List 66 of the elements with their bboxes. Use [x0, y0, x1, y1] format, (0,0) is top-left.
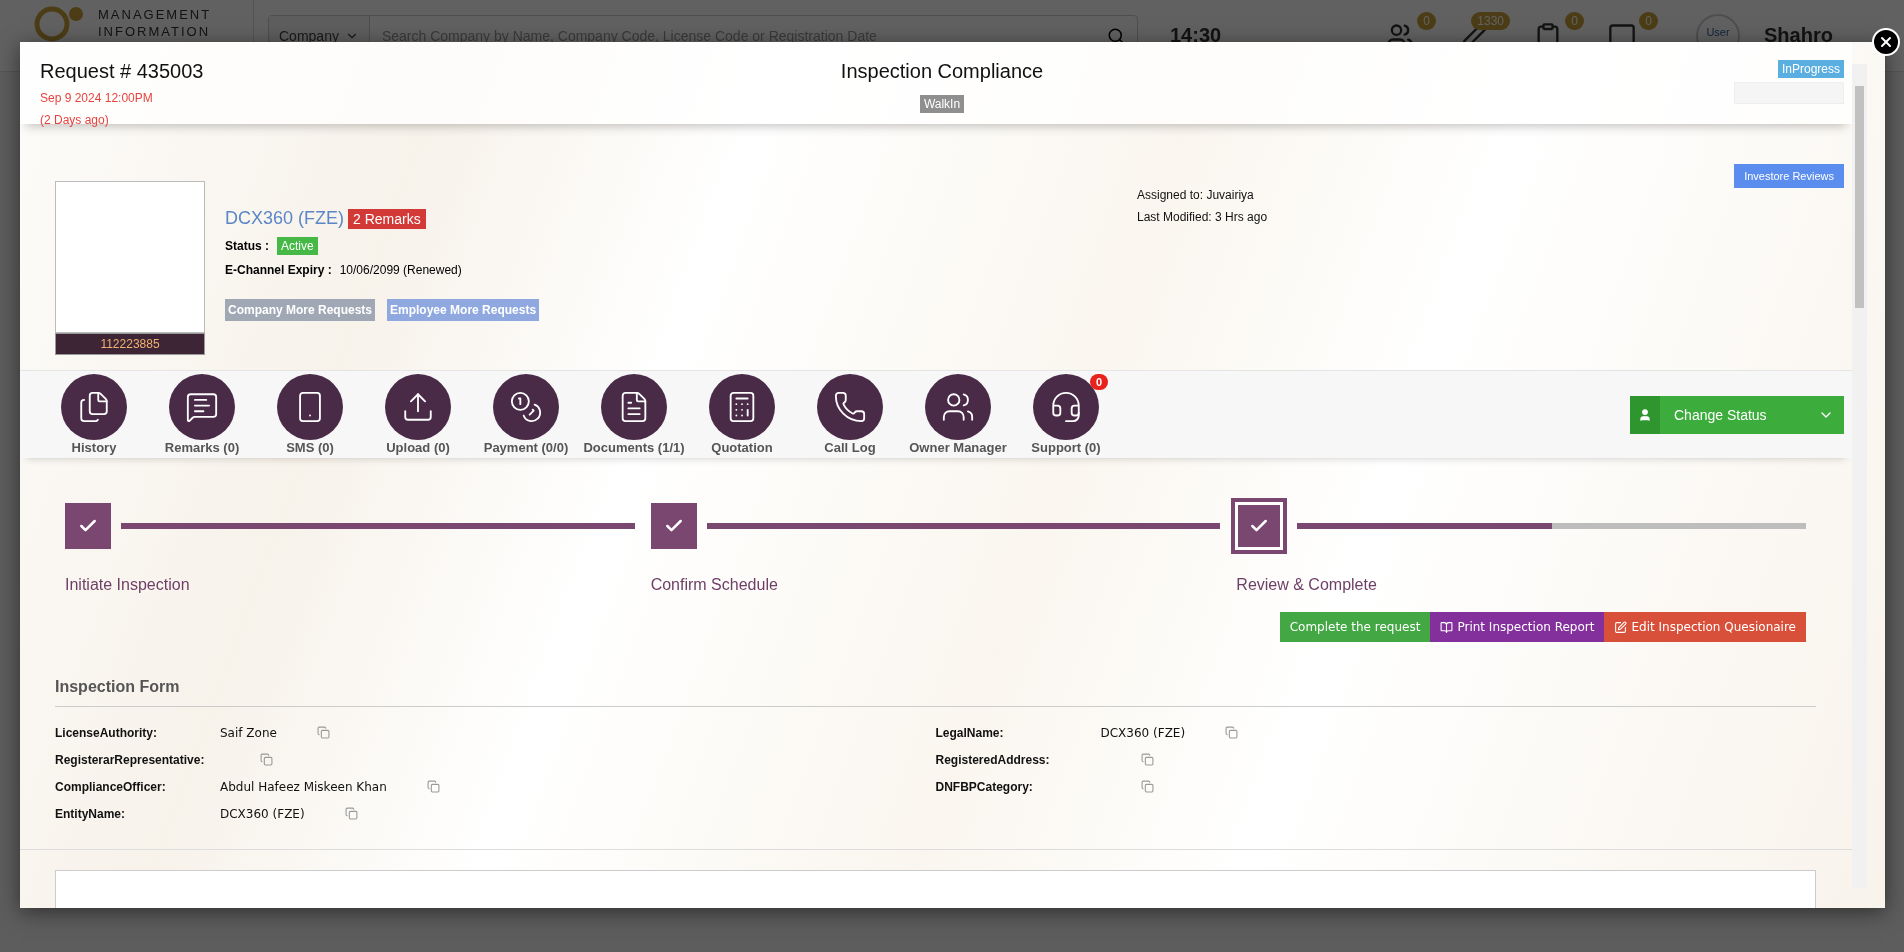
notification-count: 0	[1565, 11, 1584, 30]
copy-icon[interactable]	[260, 753, 273, 767]
toolbar-button[interactable]: Owner Manager	[904, 374, 1012, 456]
photo-id: 112223885	[55, 333, 205, 355]
status-label: Status :	[225, 239, 269, 253]
field-label: LicenseAuthority:	[55, 725, 158, 740]
field-value: DCX360 (FZE)	[220, 806, 305, 821]
edit-icon	[1614, 620, 1628, 634]
copy-icon[interactable]	[1140, 753, 1154, 767]
field-label: DNFBPCategory:	[935, 779, 1034, 794]
last-modified: Last Modified: 3 Hrs ago	[1137, 210, 1268, 224]
toolbar-button[interactable]: Call Log	[796, 374, 904, 456]
form-title: Inspection Form	[55, 678, 1816, 708]
assigned-to: Assigned to: Juvairiya	[1137, 188, 1255, 202]
notification-count: 0	[1417, 11, 1436, 30]
toolbar-button[interactable]: SMS (0)	[256, 374, 364, 456]
scrollbar[interactable]	[1852, 64, 1867, 888]
field-label: EntityName:	[55, 806, 126, 821]
action-button[interactable]: Print Inspection Report	[1430, 612, 1605, 643]
logo-icon	[34, 6, 84, 42]
logo-text: MANAGEMENT	[98, 6, 212, 23]
step-label: Confirm Schedule	[650, 576, 779, 595]
field-label: LegalName:	[935, 725, 1005, 740]
step-label: Review & Complete	[1236, 576, 1378, 595]
field-label: RegisterarRepresentative:	[55, 752, 206, 767]
modal-heading: Inspection Compliance	[840, 60, 1044, 83]
toolbar-button[interactable]: Payment (0/0)	[472, 374, 580, 456]
toolbar-button[interactable]: Remarks (0)	[148, 374, 256, 456]
remarks-badge[interactable]: 2 Remarks	[348, 208, 426, 229]
step-label: Initiate Inspection	[65, 576, 191, 595]
notification-count: 1330	[1471, 11, 1510, 30]
remarks-icon	[185, 390, 219, 425]
toolbar-button[interactable]: Upload (0)	[364, 374, 472, 456]
clock-time: 14:30	[1170, 24, 1223, 47]
toolbar-button[interactable]: Documents (1/1)	[580, 374, 688, 456]
field-value: Saif Zone	[220, 725, 277, 740]
copy-icon[interactable]	[1140, 780, 1154, 794]
copy-icon[interactable]	[1225, 726, 1239, 740]
status-tag: InProgress	[1777, 60, 1844, 78]
company-name-link[interactable]: DCX360 (FZE)	[225, 208, 345, 229]
copy-icon[interactable]	[426, 780, 440, 794]
user-name: Shahro	[1764, 24, 1833, 47]
request-date: Sep 9 2024 12:00PM	[40, 91, 154, 105]
close-icon	[1878, 34, 1894, 50]
copy-icon[interactable]	[316, 726, 330, 740]
notification-count: 0	[1639, 11, 1658, 30]
toolbar-button[interactable]: History	[40, 374, 148, 456]
channel-tag: WalkIn	[919, 95, 965, 113]
active-status: Active	[277, 237, 318, 255]
toolbar-button[interactable]: Quotation	[688, 374, 796, 456]
action-button[interactable]: Edit Inspection Quesionaire	[1604, 612, 1806, 643]
book-icon	[1440, 620, 1454, 634]
search-icon[interactable]	[1107, 26, 1125, 45]
field-label: RegisteredAddress:	[935, 752, 1051, 767]
expiry-value: 10/06/2099 (Renewed)	[339, 263, 462, 277]
expiry-label: E-Channel Expiry :	[225, 263, 332, 277]
field-label: ComplianceOfficer:	[55, 779, 167, 794]
support-count-badge: 0	[1090, 374, 1109, 391]
user-icon	[1638, 407, 1652, 422]
field-value: Abdul Hafeez Miskeen Khan	[220, 779, 387, 794]
field-value: DCX360 (FZE)	[1100, 725, 1186, 740]
request-age: (2 Days ago)	[40, 113, 110, 127]
request-title: Request # 435003	[40, 60, 205, 83]
logo-text: INFORMATION	[98, 23, 212, 40]
toolbar-button[interactable]: Support (0) 0	[1012, 374, 1120, 456]
copy-icon[interactable]	[344, 807, 358, 821]
